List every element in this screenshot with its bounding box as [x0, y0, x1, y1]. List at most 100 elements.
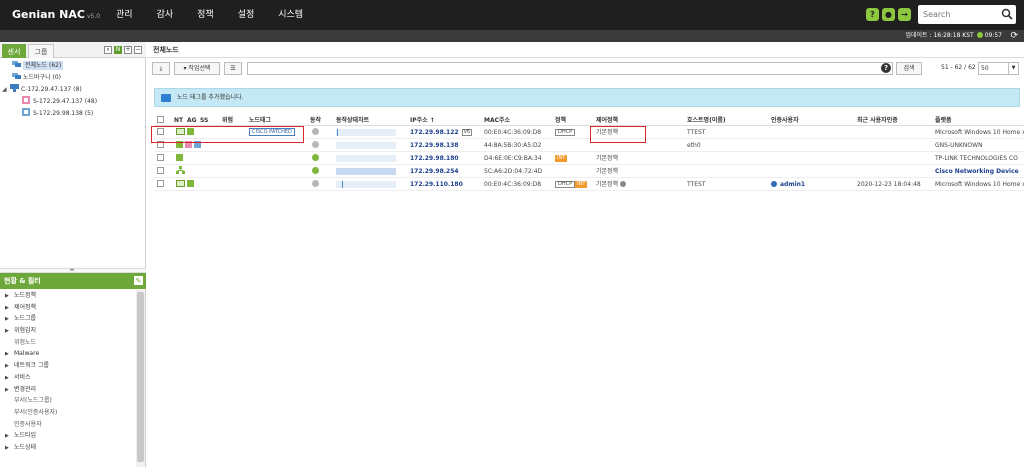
hostname-cell: TTEST	[687, 129, 706, 136]
search-button[interactable]: 검색	[896, 62, 922, 75]
help-circle-icon[interactable]: ?	[881, 63, 891, 73]
expand-caret-icon[interactable]: ◢	[2, 84, 10, 96]
filter-item[interactable]: ▶ 노드그룹	[0, 313, 136, 325]
filter-item[interactable]: ▶ 노드타입	[0, 430, 136, 442]
sidebar-tabs: 센서 그룹 ⌕ N + −	[0, 42, 146, 58]
nav-manage[interactable]: 관리	[104, 0, 145, 30]
tree-search-icon[interactable]: ⌕	[104, 46, 112, 54]
tree-node-all[interactable]: 전체노드 (62)	[0, 60, 146, 72]
tree-node-s-sensor-1[interactable]: S-172.29.47.137 (48)	[0, 96, 146, 108]
tab-group[interactable]: 그룹	[28, 44, 54, 58]
col-mac[interactable]: MAC주소	[484, 116, 510, 125]
search-icon[interactable]	[1001, 8, 1013, 20]
filter-input[interactable]	[247, 62, 893, 75]
tree-node-basket[interactable]: 노드바구니 (0)	[0, 72, 146, 84]
ip-link[interactable]: 172.29.110.180	[410, 181, 463, 188]
nav-audit[interactable]: 감사	[145, 0, 186, 30]
col-auth-user[interactable]: 인증사용자	[771, 116, 799, 125]
col-action[interactable]: 동작	[310, 116, 321, 125]
ip-cell: 172.29.98.254	[410, 165, 459, 177]
filter-item[interactable]: ▶ 노드상태	[0, 442, 136, 454]
table-row[interactable]: 172.29.110.180 00:E0:4C:36:09:D8 DHCP INT…	[154, 178, 1024, 191]
search-input[interactable]	[918, 5, 996, 24]
status-cell	[312, 165, 319, 177]
tree-expand-icon[interactable]: +	[124, 46, 132, 54]
action-chart	[336, 178, 402, 190]
col-ag[interactable]: AG	[187, 116, 197, 125]
page-size-select[interactable]: 50 ▼	[978, 62, 1019, 75]
filter-list: ▶ 노드정책 ▶ 제어정책 ▶ 노드그룹 ▶ 위험감지 위험노드 ▶ Malware ▶ 네…	[0, 290, 136, 454]
filter-item[interactable]: ▶ Malware	[0, 348, 136, 360]
tree-node-icon[interactable]: N	[114, 46, 122, 54]
filter-item[interactable]: 부서(인증사용자)	[0, 407, 136, 419]
filter-item[interactable]: ▶ 네트워크 그룹	[0, 360, 136, 372]
filter-item[interactable]: 위험노드	[0, 337, 136, 349]
ip-cell: 172.29.98.138	[410, 139, 459, 151]
col-node-tag[interactable]: 노드태그	[249, 116, 271, 125]
col-hostname[interactable]: 호스트명(이름)	[687, 116, 726, 125]
table-row[interactable]: 172.29.98.180 D4:6E:0E:C9:BA:34 INT 기본정책…	[154, 152, 1024, 165]
scrollbar-thumb[interactable]	[137, 292, 144, 462]
brand-logo[interactable]: Genian NAC v5.0	[12, 8, 100, 21]
node-type-cell	[176, 178, 196, 190]
col-last-auth[interactable]: 최근 사용자인증	[857, 116, 898, 125]
action-select-button[interactable]: ▾ 작업선택	[174, 62, 220, 75]
ip-link[interactable]: 172.29.98.138	[410, 142, 459, 149]
user-icon[interactable]: ●	[882, 8, 895, 21]
filter-item[interactable]: 인증사용자	[0, 419, 136, 431]
select-all-checkbox[interactable]	[157, 116, 164, 125]
agent-icon	[187, 180, 194, 187]
filter-item[interactable]: ▶ 변경관리	[0, 384, 136, 396]
filter-item[interactable]: ▶ 서비스	[0, 372, 136, 384]
filter-item[interactable]: ▶ 제어정책	[0, 302, 136, 314]
col-nt[interactable]: NT	[174, 116, 183, 125]
logout-icon[interactable]: →	[898, 8, 911, 21]
table-row[interactable]: 172.29.98.254 5C:A6:2D:04:72:4D 기본정책 Cis…	[154, 165, 1024, 178]
nav-system[interactable]: 시스템	[266, 0, 315, 30]
filter-item[interactable]: ▶ 위험감지	[0, 325, 136, 337]
tree-node-c-sensor[interactable]: ◢ C-172.29.47.137 (8)	[0, 84, 146, 96]
row-checkbox[interactable]	[157, 152, 164, 164]
title-divider	[147, 57, 1024, 58]
filter-item[interactable]: ▶ 노드정책	[0, 290, 136, 302]
col-control-policy[interactable]: 제어정책	[596, 116, 618, 125]
control-policy-text: 기본정책	[596, 181, 619, 188]
checkbox[interactable]	[157, 167, 164, 174]
tab-sensor[interactable]: 센서	[2, 44, 26, 58]
policy-cell: DHCP INT	[555, 178, 588, 190]
row-checkbox[interactable]	[157, 178, 164, 190]
mac-cell: D4:6E:0E:C9:BA:34	[484, 155, 542, 162]
highlight-box-control-policy	[590, 126, 646, 143]
platform-cell: GNS-UNKNOWN	[935, 142, 983, 149]
filter-scrollbar[interactable]	[136, 290, 145, 467]
refresh-icon[interactable]: ⟳	[1010, 30, 1018, 42]
nav-settings[interactable]: 설정	[226, 0, 267, 30]
ip-link[interactable]: 172.29.98.180	[410, 155, 459, 162]
col-platform[interactable]: 플랫폼	[935, 116, 952, 125]
network-icon	[10, 84, 19, 92]
edit-icon[interactable]: ✎	[134, 276, 143, 285]
monitor-icon	[161, 94, 171, 102]
col-risk[interactable]: 위험	[222, 116, 233, 125]
tree-node-s-sensor-2[interactable]: S-172.29.98.138 (5)	[0, 108, 146, 120]
ip-link[interactable]: 172.29.98.122	[410, 129, 459, 136]
splitter-grip-icon[interactable]: ▬	[64, 268, 80, 273]
filter-item[interactable]: 부서(노드그룹)	[0, 395, 136, 407]
columns-button[interactable]: ☰	[224, 62, 242, 75]
checkbox[interactable]	[157, 116, 164, 123]
nav-policy[interactable]: 정책	[185, 0, 226, 30]
help-icon[interactable]: ?	[866, 8, 879, 21]
info-icon[interactable]	[620, 181, 627, 187]
col-policy[interactable]: 정책	[555, 116, 566, 125]
checkbox[interactable]	[157, 154, 164, 161]
auth-user-link[interactable]: admin1	[780, 181, 805, 188]
tree-collapse-icon[interactable]: −	[134, 46, 142, 54]
download-button[interactable]: ⤓	[152, 62, 170, 75]
checkbox[interactable]	[157, 180, 164, 187]
row-checkbox[interactable]	[157, 165, 164, 177]
col-ss[interactable]: SS	[200, 116, 208, 125]
platform-cell[interactable]: Cisco Networking Device	[935, 165, 1024, 177]
col-action-chart[interactable]: 동작상태차트	[336, 116, 369, 125]
ip-link[interactable]: 172.29.98.254	[410, 168, 459, 175]
col-ip[interactable]: IP주소 ↑	[410, 116, 435, 125]
